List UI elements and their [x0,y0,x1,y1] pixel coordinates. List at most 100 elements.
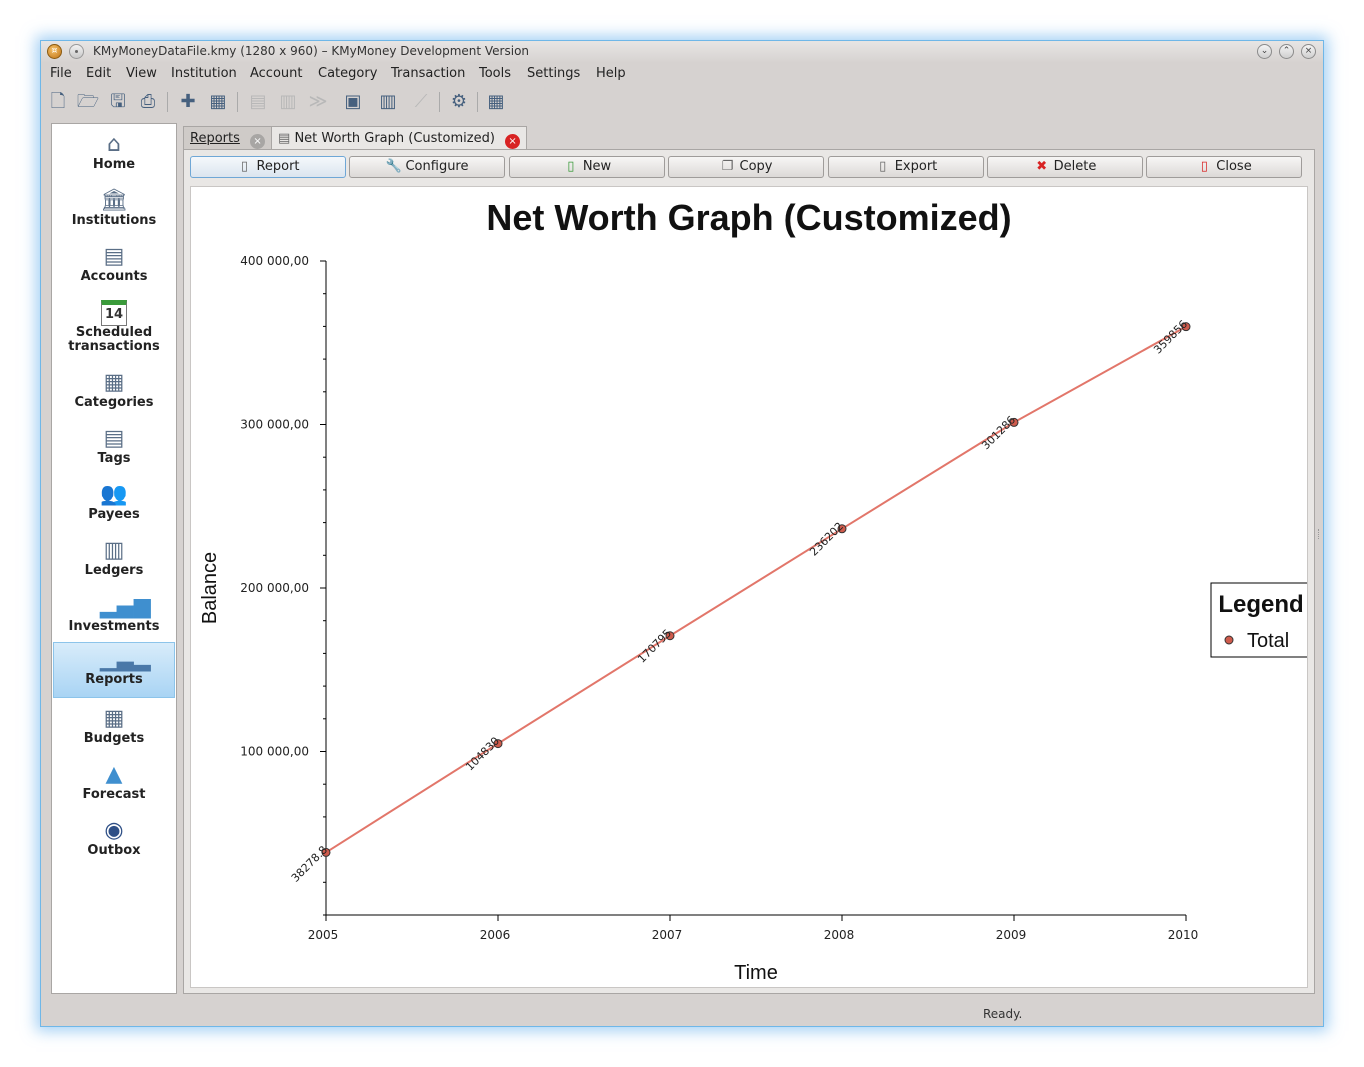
data-label: 236202 [807,520,846,559]
status-bar: Ready. [41,1004,1323,1026]
tab-label: Net Worth Graph (Customized) [294,131,495,146]
tab-reports[interactable]: Reports × [183,126,273,150]
sidebar-item-label: Payees [88,507,140,522]
pin-icon[interactable] [69,44,84,59]
minimize-icon[interactable]: ⌄ [1257,44,1272,59]
x-tick-label: 2009 [996,928,1027,942]
sidebar-item-label: Ledgers [84,563,144,578]
data-label: 301286 [979,413,1018,452]
close-window-icon[interactable]: × [1301,44,1316,59]
categories-icon: ▦ [103,370,125,395]
sidebar-item-label: Institutions [71,213,157,228]
sidebar-item-tags[interactable]: ▤ Tags [53,422,175,478]
document-icon: ▯ [240,159,249,174]
y-axis-label: Balance [199,552,221,624]
edit-account-icon[interactable]: ▤ [246,90,270,114]
chart-bar-icon[interactable]: ▥ [376,90,400,114]
menu-settings[interactable]: Settings [527,66,580,81]
data-label: 104830 [463,735,502,774]
new-account-icon[interactable]: ▦ [206,90,230,114]
copy-icon: ❐ [721,159,734,174]
forecast-icon: ▲ [105,762,123,787]
x-axis-label: Time [734,962,778,984]
copy-button[interactable]: ❐ Copy [668,156,824,178]
save-icon[interactable]: 🖫 [106,90,130,114]
toolbar-separator [237,92,238,112]
new-file-icon[interactable]: 🗋 [46,90,70,114]
report-icon: ▤ [278,131,291,146]
reconcile-icon[interactable]: ≫ [306,90,330,114]
sidebar-item-label: Forecast [82,787,146,802]
new-institution-icon[interactable]: ✚ [176,90,200,114]
sidebar-item-reports[interactable]: ▁▃▂ Reports [53,642,175,698]
y-tick-label: 200 000,00 [240,581,309,595]
x-tick-label: 2006 [480,928,511,942]
toolbar-separator [167,92,168,112]
sidebar-item-investments[interactable]: ▂▄▆ Investments [53,590,175,646]
sidebar-item-ledgers[interactable]: ▥ Ledgers [53,534,175,590]
ledger-icon: ▤ [103,244,125,269]
x-tick-label: 2008 [824,928,855,942]
toolbar-separator [439,92,440,112]
app-logo-icon[interactable]: ¤ [47,44,62,59]
menu-file[interactable]: File [50,66,72,81]
report-button[interactable]: ▯ Report [190,156,346,178]
menu-bar: File Edit View Institution Account Categ… [41,64,1323,86]
sidebar-item-payees[interactable]: 👥 Payees [53,478,175,534]
sidebar-item-label: Categories [74,395,154,410]
data-label: 359856 [1151,318,1190,357]
status-text: Ready. [983,1007,1023,1021]
main-toolbar: 🗋 🗁 🖫 ⎙ ✚ ▦ ▤ ▥ ≫ ▣ ▥ ⟋ ⚙ ▦ [41,86,1323,118]
menu-tools[interactable]: Tools [479,66,511,81]
sidebar-item-label: Scheduled transactions [68,325,160,354]
close-tab-icon[interactable]: × [250,134,266,149]
export-button[interactable]: ▯ Export [828,156,984,178]
people-icon: 👥 [100,482,128,507]
sidebar-item-budgets[interactable]: ▦ Budgets [53,702,175,758]
settings-icon[interactable]: ⚙ [447,90,471,114]
data-label: 38278.8 [289,843,330,884]
net-worth-chart: Net Worth Graph (Customized) 2005 2006 2007… [199,197,1307,984]
close-document-icon: ▯ [1200,159,1208,174]
sidebar-item-label: Reports [85,672,143,687]
sidebar-item-outbox[interactable]: ◉ Outbox [53,814,175,870]
new-document-icon: ▯ [567,159,575,174]
report-view-icon[interactable]: ▣ [341,90,365,114]
tab-net-worth-graph[interactable]: ▤ Net Worth Graph (Customized) × [271,126,528,150]
new-button[interactable]: ▯ New [509,156,665,178]
outbox-icon: ◉ [104,818,124,843]
menu-edit[interactable]: Edit [86,66,111,81]
sidebar-item-label: Tags [97,451,131,466]
chart-canvas: Net Worth Graph (Customized) 2005 2006 2007… [190,186,1308,988]
maximize-icon[interactable]: ⌃ [1279,44,1294,59]
sidebar-item-institutions[interactable]: 🏛 Institutions [53,184,175,240]
menu-institution[interactable]: Institution [171,66,237,81]
sidebar-item-forecast[interactable]: ▲ Forecast [53,758,175,814]
investments-icon: ▂▄▆ [100,594,151,619]
menu-help[interactable]: Help [596,66,626,81]
sidebar-item-label: Investments [68,619,160,634]
ledger-icon: ▥ [103,538,125,563]
y-tick-label: 100 000,00 [240,745,309,759]
resize-grip[interactable] [1318,529,1321,539]
menu-account[interactable]: Account [250,66,303,81]
sidebar-item-scheduled[interactable]: 14 Scheduled transactions [53,296,175,360]
menu-category[interactable]: Category [318,66,377,81]
delete-account-icon[interactable]: ▥ [276,90,300,114]
delete-button[interactable]: ✖ Delete [987,156,1143,178]
calculator-icon[interactable]: ▦ [484,90,508,114]
menu-transaction[interactable]: Transaction [391,66,465,81]
sidebar-item-categories[interactable]: ▦ Categories [53,366,175,422]
menu-view[interactable]: View [126,66,157,81]
budget-icon: ▦ [103,706,125,731]
print-icon[interactable]: ⎙ [136,90,160,114]
sidebar-item-accounts[interactable]: ▤ Accounts [53,240,175,296]
sidebar-item-home[interactable]: ⌂ Home [53,128,175,184]
open-folder-icon[interactable]: 🗁 [76,90,100,114]
sidebar-item-label: Accounts [80,269,148,284]
x-tick-label: 2010 [1168,928,1199,942]
close-button[interactable]: ▯ Close [1146,156,1302,178]
chart-line-icon[interactable]: ⟋ [409,90,433,114]
configure-button[interactable]: 🔧 Configure [349,156,505,178]
close-tab-icon[interactable]: × [505,134,521,149]
